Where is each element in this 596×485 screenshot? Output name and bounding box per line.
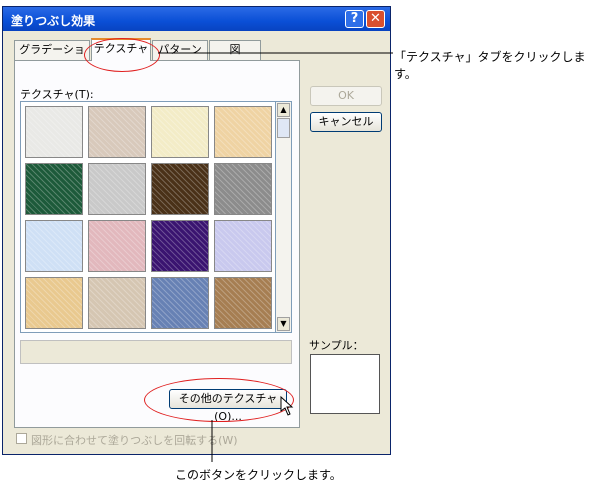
mouse-cursor-icon [280, 395, 294, 416]
button-instruction-text: このボタンをクリックします。 [175, 468, 342, 482]
tab-instruction-text: 「テクスチャ」タブをクリックします。 [394, 50, 586, 81]
